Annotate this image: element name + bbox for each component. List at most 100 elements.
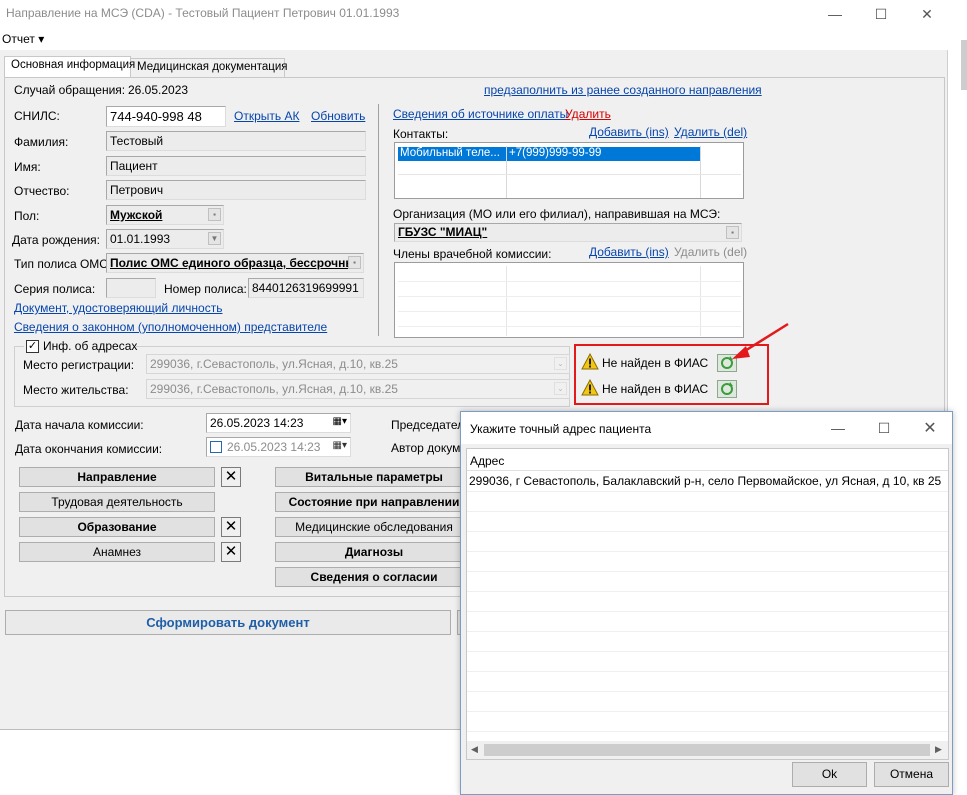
- address-group-label: Инф. об адресах: [43, 339, 138, 353]
- column-header-address[interactable]: Адрес: [470, 454, 504, 468]
- sex-select[interactable]: Мужской ▪: [106, 205, 224, 225]
- organization-value: ГБУЗС "МИАЦ": [398, 225, 488, 239]
- chevron-down-icon[interactable]: ⌄: [554, 357, 567, 370]
- grid-row-line: [467, 591, 948, 592]
- registration-value: 299036, г.Севастополь, ул.Ясная, д.10, к…: [150, 357, 398, 371]
- contact-type: Мобильный теле...: [400, 147, 500, 159]
- contacts-delete-link[interactable]: Удалить (del): [674, 125, 747, 139]
- organization-label: Организация (МО или его филиал), направи…: [393, 207, 721, 221]
- close-icon[interactable]: ✕: [904, 0, 950, 28]
- commission-end-field[interactable]: 26.05.2023 14:23 ▦▾: [206, 437, 351, 457]
- grid-row-line: [398, 326, 741, 327]
- section-button-consent[interactable]: Сведения о согласии: [275, 567, 473, 587]
- cancel-button[interactable]: Отмена: [874, 762, 949, 787]
- close-icon[interactable]: ✕: [221, 542, 241, 562]
- close-icon[interactable]: ✕: [907, 414, 953, 442]
- commission-end-label: Дата окончания комиссии:: [15, 442, 163, 456]
- representative-link[interactable]: Сведения о законном (уполномоченном) пре…: [14, 320, 327, 334]
- residence-field[interactable]: 299036, г.Севастополь, ул.Ясная, д.10, к…: [146, 379, 570, 399]
- sex-value: Мужской: [110, 208, 163, 222]
- commission-start-field[interactable]: 26.05.2023 14:23 ▦▾: [206, 413, 351, 433]
- grid-row-line: [467, 631, 948, 632]
- calendar-icon[interactable]: ▦▾: [333, 416, 347, 427]
- contacts-label: Контакты:: [393, 127, 449, 141]
- organization-select[interactable]: ГБУЗС "МИАЦ" ▪: [394, 223, 742, 242]
- patronymic-field[interactable]: Петрович: [106, 180, 366, 200]
- address-option[interactable]: 299036, г Севастополь, Балаклавский р-н,…: [469, 474, 941, 488]
- grid-col-divider: [506, 146, 507, 198]
- chevron-down-icon[interactable]: ▼: [208, 232, 221, 245]
- commission-end-checkbox[interactable]: [210, 441, 222, 453]
- tab-medical-docs[interactable]: Медицинская документация: [130, 58, 288, 77]
- registration-label: Место регистрации:: [23, 358, 135, 372]
- close-icon[interactable]: ✕: [221, 467, 241, 487]
- policy-type-select[interactable]: Полис ОМС единого образца, бессрочны ▪: [106, 253, 364, 273]
- policy-type-value: Полис ОМС единого образца, бессрочны: [110, 256, 356, 270]
- open-ak-link[interactable]: Открыть АК: [234, 109, 299, 123]
- section-button-direction[interactable]: Направление: [19, 467, 215, 487]
- grid-row-line: [467, 491, 948, 492]
- contacts-add-link[interactable]: Добавить (ins): [589, 125, 669, 139]
- section-button-anamnesis[interactable]: Анамнез: [19, 542, 215, 562]
- scroll-left-icon[interactable]: ◀: [471, 744, 478, 755]
- background-scrollbar[interactable]: [961, 40, 967, 90]
- section-button-education[interactable]: Образование: [19, 517, 215, 537]
- chevron-down-icon[interactable]: ⌄: [554, 382, 567, 395]
- name-field[interactable]: Пациент: [106, 156, 366, 176]
- identity-doc-link[interactable]: Документ, удостоверяющий личность: [14, 301, 222, 315]
- list-item[interactable]: 299036, г Севастополь, Балаклавский р-н,…: [467, 471, 948, 491]
- section-button-work[interactable]: Трудовая деятельность: [19, 492, 215, 512]
- section-button-vitals[interactable]: Витальные параметры: [275, 467, 473, 487]
- menu-bar: Отчет ▾: [0, 28, 948, 50]
- commission-end-value: 26.05.2023 14:23: [227, 440, 321, 454]
- snils-label: СНИЛС:: [14, 109, 60, 123]
- close-icon[interactable]: ✕: [221, 517, 241, 537]
- residence-value: 299036, г.Севастополь, ул.Ясная, д.10, к…: [150, 382, 398, 396]
- address-list[interactable]: Адрес 299036, г Севастополь, Балаклавски…: [466, 448, 949, 760]
- payment-source-link[interactable]: Сведения об источнике оплаты: [393, 107, 568, 121]
- dropdown-icon[interactable]: ▪: [208, 208, 221, 221]
- members-grid[interactable]: [394, 262, 744, 338]
- commission-start-label: Дата начала комиссии:: [15, 418, 144, 432]
- minimize-icon[interactable]: —: [812, 0, 858, 28]
- case-date: 26.05.2023: [128, 83, 189, 97]
- prefill-link[interactable]: предзаполнить из ранее созданного направ…: [484, 83, 762, 97]
- members-add-link[interactable]: Добавить (ins): [589, 245, 669, 259]
- list-header: Адрес: [467, 449, 948, 471]
- birth-field[interactable]: 01.01.1993 ▼: [106, 229, 224, 249]
- menu-report[interactable]: Отчет ▾: [2, 32, 44, 46]
- section-button-condition[interactable]: Состояние при направлении: [275, 492, 473, 512]
- scroll-right-icon[interactable]: ▶: [935, 744, 942, 755]
- refresh-link[interactable]: Обновить: [311, 109, 365, 123]
- calendar-icon[interactable]: ▦▾: [333, 440, 347, 451]
- section-button-diagnoses[interactable]: Диагнозы: [275, 542, 473, 562]
- grid-row-line: [467, 511, 948, 512]
- surname-field[interactable]: Тестовый: [106, 131, 366, 151]
- fias-refresh-icon[interactable]: [717, 380, 737, 398]
- contacts-grid[interactable]: Мобильный теле... +7(999)999-99-99: [394, 142, 744, 199]
- warning-icon: [581, 353, 599, 370]
- ok-button[interactable]: Ok: [792, 762, 867, 787]
- horizontal-scrollbar[interactable]: ◀ ▶: [467, 741, 948, 759]
- dropdown-icon[interactable]: ▪: [726, 226, 739, 239]
- policy-number-field[interactable]: 8440126319699991: [248, 278, 364, 298]
- dialog-title: Укажите точный адрес пациента: [470, 422, 652, 436]
- registration-field[interactable]: 299036, г.Севастополь, ул.Ясная, д.10, к…: [146, 354, 570, 374]
- author-label: Автор докуме: [391, 441, 468, 455]
- address-checkbox[interactable]: ✓: [26, 340, 39, 353]
- tab-main-info[interactable]: Основная информация: [4, 56, 135, 78]
- dropdown-icon[interactable]: ▪: [348, 256, 361, 269]
- scrollbar-thumb[interactable]: [484, 744, 930, 756]
- annotation-arrow-icon: [732, 322, 789, 359]
- dialog-title-bar: Укажите точный адрес пациента — ☐ ✕: [461, 412, 952, 444]
- maximize-icon[interactable]: ☐: [858, 0, 904, 28]
- minimize-icon[interactable]: —: [815, 414, 861, 442]
- snils-field[interactable]: 744-940-998 48: [106, 106, 226, 127]
- payment-delete-link[interactable]: Удалить: [565, 107, 611, 121]
- maximize-icon[interactable]: ☐: [861, 414, 907, 442]
- column-divider: [378, 104, 379, 336]
- section-button-examinations[interactable]: Медицинские обследования: [275, 517, 473, 537]
- policy-series-field[interactable]: [106, 278, 156, 298]
- generate-document-button[interactable]: Сформировать документ: [5, 610, 451, 635]
- contact-value: +7(999)999-99-99: [509, 147, 602, 159]
